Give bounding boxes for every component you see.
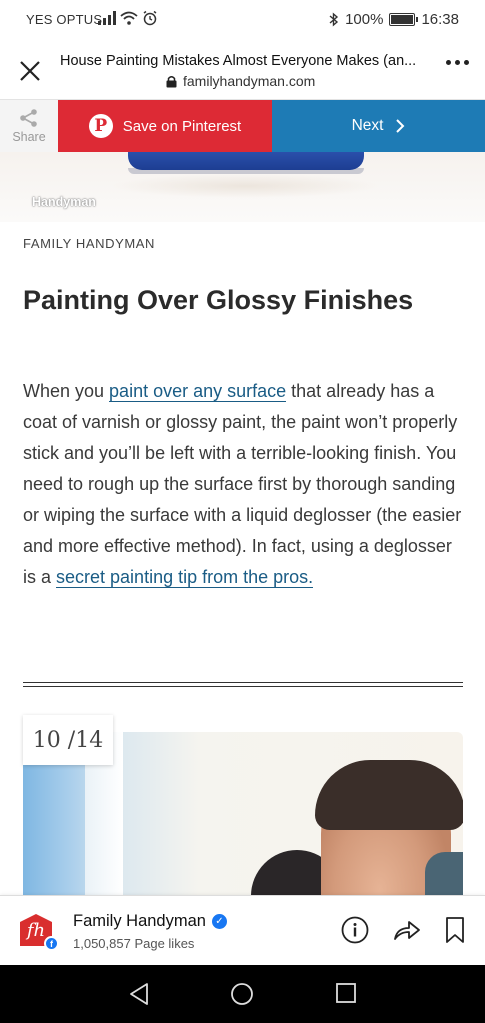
- pinterest-icon: P: [88, 114, 113, 138]
- system-nav-bar: [0, 965, 485, 1023]
- next-label: Next: [351, 117, 384, 134]
- more-options-icon[interactable]: [446, 60, 469, 65]
- status-icons-left: [98, 10, 158, 26]
- browser-toolbar: House Painting Mistakes Almost Everyone …: [0, 40, 485, 100]
- share-label: Share: [12, 129, 46, 144]
- footer-actions: [341, 916, 465, 944]
- slide-counter: 10 /14: [23, 715, 113, 765]
- section-divider: [23, 682, 463, 687]
- page-name-text: Family Handyman: [73, 912, 206, 930]
- facebook-badge-icon: f: [44, 936, 59, 951]
- section-headline: Painting Over Glossy Finishes: [23, 285, 414, 315]
- info-icon[interactable]: [341, 916, 369, 944]
- page-url: familyhandyman.com: [166, 73, 315, 89]
- recents-icon[interactable]: [335, 982, 357, 1004]
- back-icon[interactable]: [128, 982, 150, 1006]
- battery-percent: 100%: [345, 11, 384, 28]
- pinterest-label: Save on Pinterest: [122, 117, 242, 135]
- facebook-page-bar: fh f Family Handyman ✓ 1,050,857 Page li…: [0, 895, 485, 965]
- share-button[interactable]: Share: [0, 100, 58, 152]
- status-bar: YES OPTUS 100% 16:38: [0, 0, 485, 40]
- wifi-icon: [120, 11, 138, 25]
- url-text: familyhandyman.com: [183, 73, 316, 89]
- page-title: House Painting Mistakes Almost Everyone …: [60, 53, 417, 69]
- paragraph-text: When you: [23, 381, 110, 401]
- image-credit: FAMILY HANDYMAN: [23, 236, 156, 251]
- clock: 16:38: [421, 11, 459, 28]
- image-watermark: Handyman: [32, 195, 96, 209]
- page-name[interactable]: Family Handyman ✓: [73, 912, 227, 931]
- status-icons-right: 100% 16:38: [329, 11, 459, 28]
- share-icon[interactable]: [393, 918, 421, 942]
- verified-icon: ✓: [211, 914, 227, 929]
- article-content: Handyman FAMILY HANDYMAN Painting Over G…: [0, 152, 485, 895]
- article-paragraph: When you paint over any surface that alr…: [23, 376, 463, 593]
- next-button[interactable]: Next: [272, 100, 485, 152]
- carrier-label: YES OPTUS: [26, 12, 103, 27]
- lock-icon: [166, 75, 177, 87]
- paragraph-text: that already has a coat of varnish or gl…: [23, 381, 462, 587]
- alarm-icon: [143, 10, 157, 26]
- paint-can-image: Handyman: [0, 152, 485, 222]
- page-likes: 1,050,857 Page likes: [73, 936, 195, 951]
- battery-fill: [391, 15, 414, 24]
- bookmark-icon[interactable]: [445, 916, 465, 944]
- chevron-right-icon: [396, 119, 405, 133]
- signal-icon: [98, 11, 116, 25]
- close-icon[interactable]: [18, 59, 42, 83]
- paint-over-surface-link[interactable]: paint over any surface: [109, 381, 287, 402]
- home-icon[interactable]: [230, 982, 254, 1006]
- bluetooth-icon: [329, 12, 339, 27]
- share-nodes-icon: [20, 108, 37, 127]
- save-on-pinterest-button[interactable]: P Save on Pinterest: [58, 100, 272, 152]
- battery-icon: [389, 13, 419, 26]
- secret-painting-tip-link[interactable]: secret painting tip from the pros.: [56, 567, 314, 588]
- share-bar: Share P Save on Pinterest Next: [0, 100, 485, 152]
